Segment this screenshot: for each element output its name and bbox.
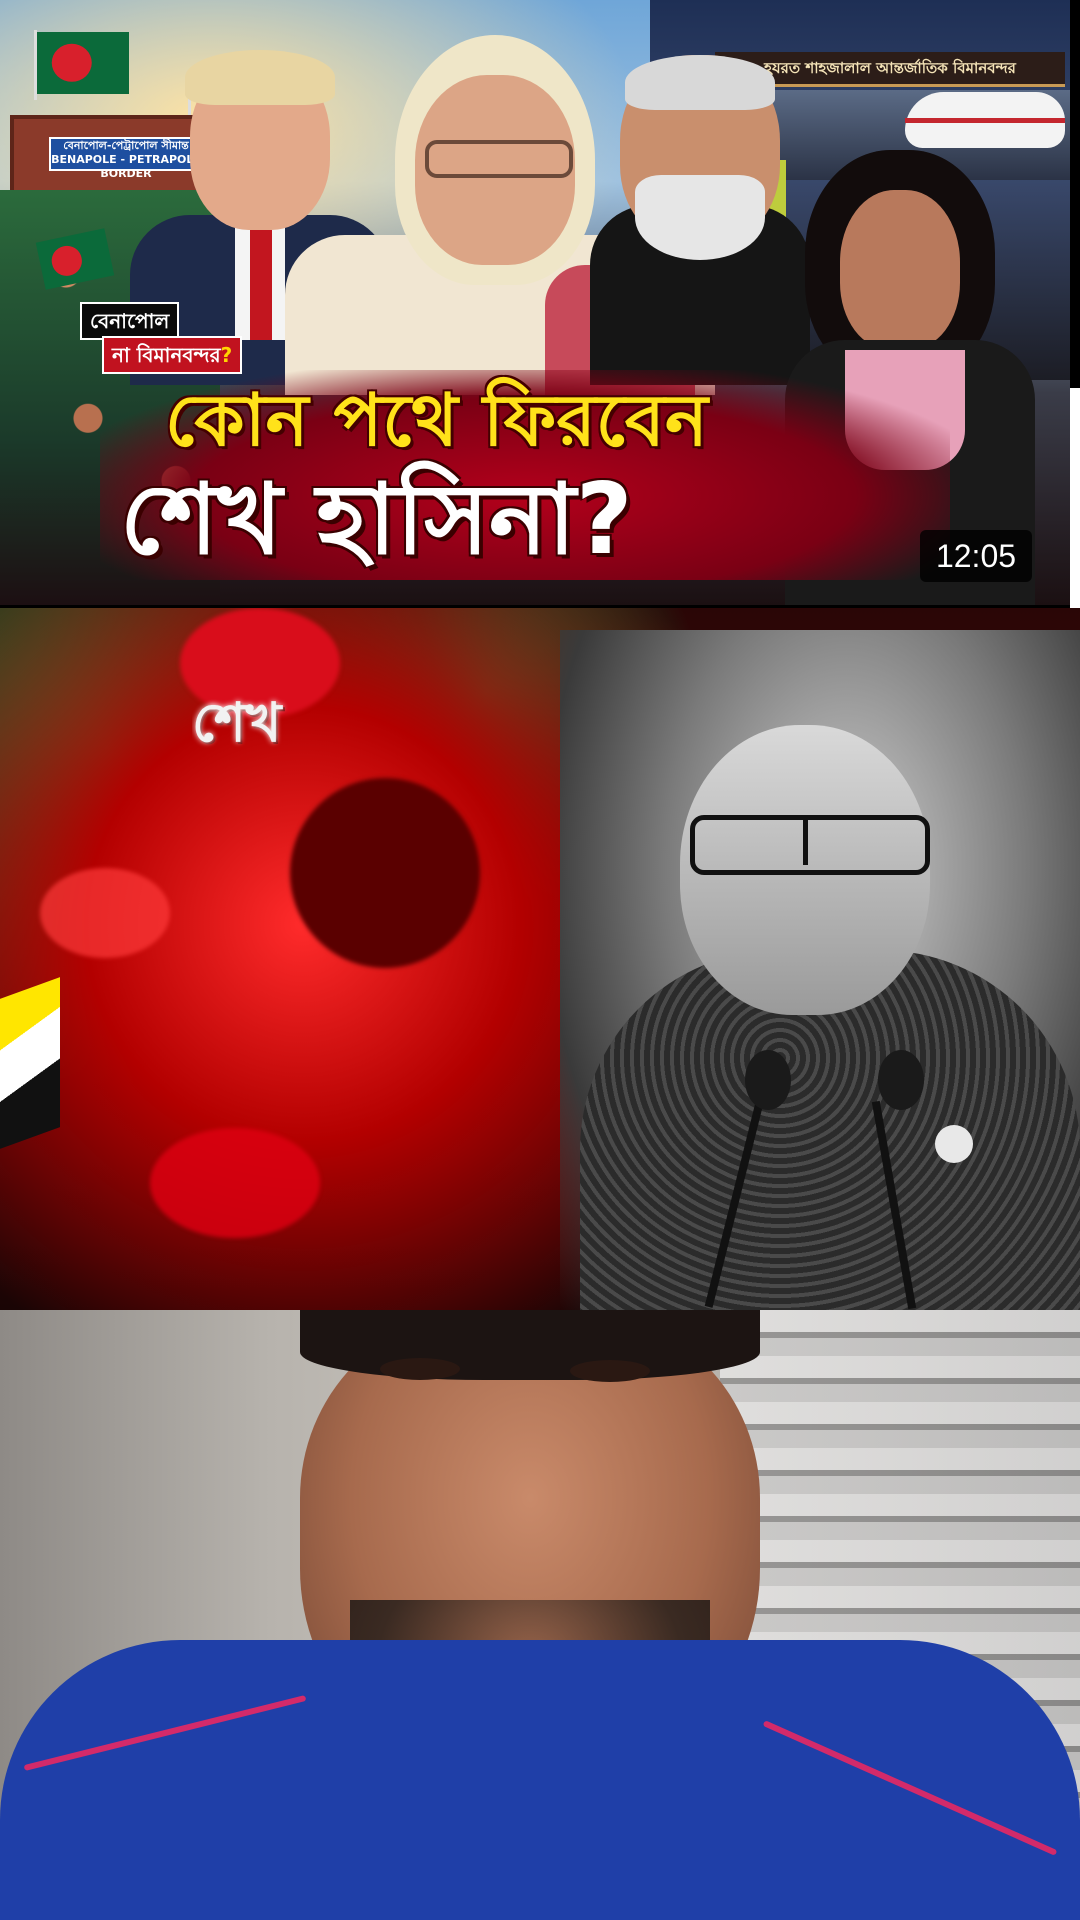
- video-thumbnail[interactable]: বেনাপোল-পেট্রাপোল সীমান্ত BENAPOLE - PET…: [0, 0, 1070, 605]
- video-player-3[interactable]: [0, 1310, 1080, 1920]
- glasses-icon: [690, 815, 930, 875]
- bangladesh-flag-icon: [37, 32, 129, 94]
- protest-placard-decor: [324, 998, 535, 1138]
- right-eye: [570, 1360, 650, 1382]
- badge-question-mark: ?: [220, 343, 233, 367]
- speaker-portrait-bw: [560, 630, 1080, 1310]
- badge-line-1: বেনাপোল: [80, 302, 180, 340]
- route-question-badge: বেনাপোল না বিমানবন্দর?: [80, 302, 285, 374]
- microphone-icon: [745, 1050, 791, 1110]
- speaker-hair: [300, 1310, 760, 1380]
- airplane-icon: [905, 92, 1065, 148]
- left-eye: [380, 1358, 460, 1380]
- video-player-2[interactable]: শেখ: [0, 608, 1080, 1310]
- flag-wave-decor: [150, 1128, 320, 1238]
- microphone-icon: [878, 1050, 924, 1110]
- flag-strip-decor: [0, 977, 60, 1149]
- badge-line-2-text: না বিমানবন্দর: [112, 343, 221, 367]
- politician-portrait-right: [590, 55, 810, 385]
- scrollbar-thumb[interactable]: [1070, 388, 1080, 608]
- flag-wave-decor: [40, 868, 170, 958]
- speaker-shirt: [0, 1640, 1080, 1920]
- headline-line-2: শেখ হাসিনা?: [120, 463, 633, 577]
- headline-line-1: কোন পথে ফিরবেন: [165, 378, 708, 462]
- flag-circle-decor: [290, 778, 480, 968]
- video-overlay-text: শেখ: [192, 691, 282, 754]
- badge-line-2: না বিমানবন্দর?: [102, 336, 243, 374]
- video-duration-badge: 12:05: [920, 530, 1032, 582]
- badge-pin-icon: [935, 1125, 973, 1163]
